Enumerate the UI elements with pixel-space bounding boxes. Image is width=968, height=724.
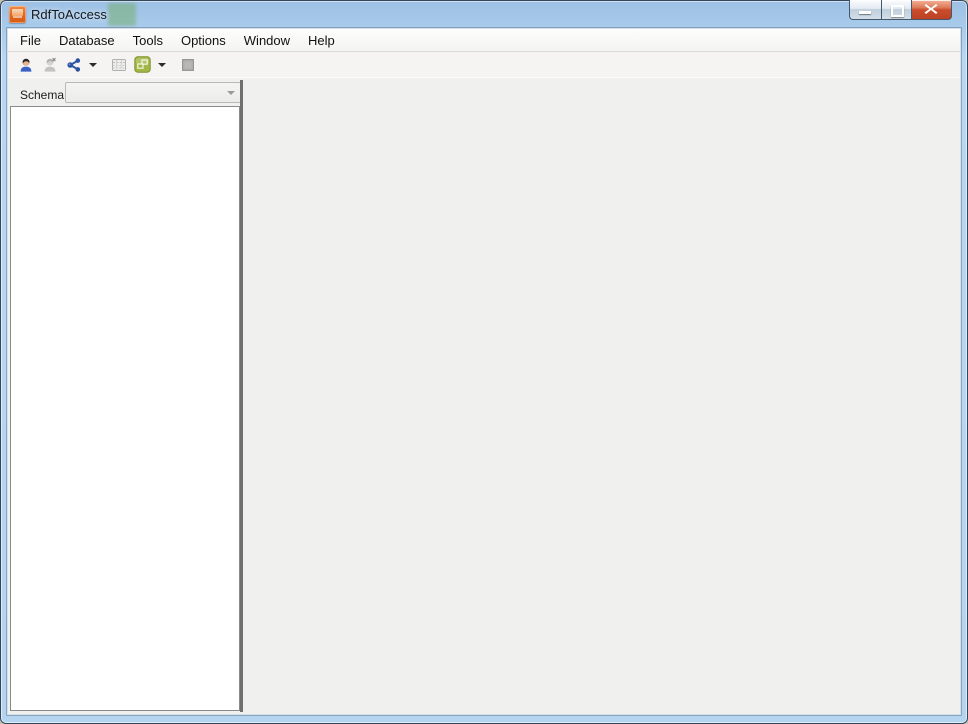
toolbar (8, 52, 960, 78)
menu-bar: File Database Tools Options Window Help (8, 29, 960, 52)
menu-item-tools[interactable]: Tools (125, 30, 171, 51)
window-title: RdfToAccess (31, 7, 107, 22)
minimize-icon (859, 11, 871, 14)
menu-item-help[interactable]: Help (300, 30, 343, 51)
table-icon (111, 58, 126, 71)
glass-reflection (108, 3, 136, 26)
client-area: File Database Tools Options Window Help (8, 29, 960, 714)
menu-item-database[interactable]: Database (51, 30, 123, 51)
stop-button[interactable] (176, 54, 199, 76)
export-dropdown-arrow[interactable] (155, 54, 168, 76)
maximize-icon (891, 5, 904, 17)
main-workspace[interactable] (243, 80, 958, 712)
close-button[interactable] (912, 0, 952, 20)
share-dropdown-arrow[interactable] (86, 54, 99, 76)
titlebar[interactable]: RdfToAccess (0, 0, 968, 29)
chevron-down-icon (227, 91, 235, 95)
share-nodes-icon (66, 57, 80, 72)
disconnect-user-button[interactable] (38, 54, 61, 76)
app-window: RdfToAccess File Database Tools Options … (0, 0, 968, 724)
menu-item-file[interactable]: File (12, 30, 49, 51)
overlapping-windows-icon (134, 56, 151, 73)
maximize-button[interactable] (881, 0, 912, 20)
minimize-button[interactable] (849, 0, 881, 20)
schema-combobox[interactable] (65, 82, 241, 103)
share-graph-button[interactable] (62, 54, 85, 76)
menu-item-options[interactable]: Options (173, 30, 234, 51)
connect-user-button[interactable] (14, 54, 37, 76)
close-icon (924, 4, 938, 14)
user-icon (20, 58, 31, 72)
window-controls (849, 0, 952, 20)
app-icon (9, 6, 26, 23)
stop-square-icon (181, 58, 194, 71)
user-x-icon (44, 57, 56, 72)
table-view-button[interactable] (107, 54, 130, 76)
schema-tree-panel[interactable] (10, 106, 240, 711)
content-region: Schema (8, 78, 960, 714)
menu-item-window[interactable]: Window (236, 30, 298, 51)
schema-label: Schema (20, 88, 65, 102)
export-access-button[interactable] (131, 54, 154, 76)
